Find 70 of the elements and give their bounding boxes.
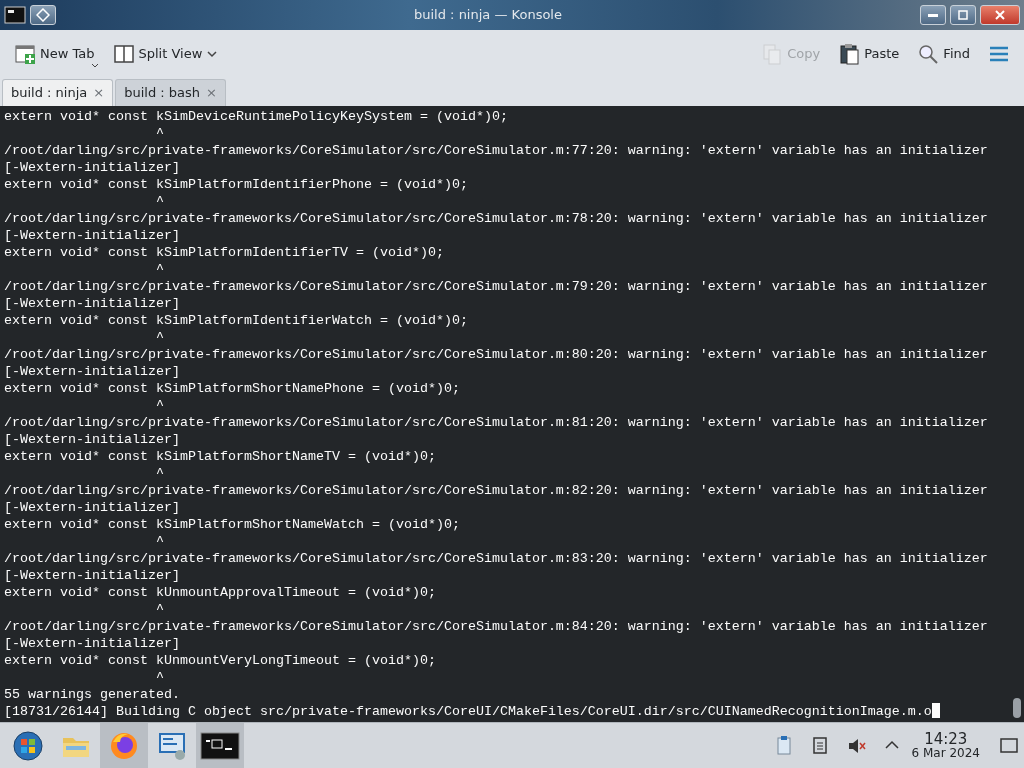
terminal-line: extern void* const kSimPlatformShortNamePhone = (void*)0; — [4, 381, 460, 396]
close-button[interactable] — [980, 5, 1020, 25]
terminal-line: extern void* const kSimDeviceRuntimePolicyKeySystem = (void*)0; — [4, 109, 508, 124]
tab-label: build : bash — [124, 84, 201, 103]
close-icon — [994, 9, 1006, 21]
search-icon — [917, 43, 940, 65]
copy-icon — [761, 43, 784, 65]
terminal-line: /root/darling/src/private-frameworks/CoreSimulator/src/CoreSimulator.m:77:20: warning: 'extern' variable has an initializer — [4, 143, 988, 158]
maximize-icon — [957, 9, 969, 21]
terminal-line: ^ — [154, 466, 164, 481]
window-title: build : ninja — Konsole — [414, 6, 562, 25]
terminal-line: extern void* const kSimPlatformIdentifierWatch = (void*)0; — [4, 313, 468, 328]
clipboard-icon — [838, 43, 861, 65]
caret-icon — [90, 63, 99, 69]
terminal-line: [-Wextern-initializer] — [4, 228, 180, 243]
chevron-down-icon — [206, 48, 219, 60]
terminal-line: extern void* const kSimPlatformShortNameWatch = (void*)0; — [4, 517, 460, 532]
terminal-line: ^ — [154, 602, 164, 617]
terminal-app-icon[interactable] — [4, 5, 26, 25]
terminal-line: extern void* const kSimPlatformIdentifierPhone = (void*)0; — [4, 177, 468, 192]
terminal-line: ^ — [154, 398, 164, 413]
minimize-button[interactable] — [920, 5, 946, 25]
tab[interactable]: build : bash × — [115, 79, 226, 106]
terminal-line: [-Wextern-initializer] — [4, 160, 180, 175]
terminal-line: [-Wextern-initializer] — [4, 364, 180, 379]
terminal-line: [-Wextern-initializer] — [4, 296, 180, 311]
terminal-line: ^ — [154, 262, 164, 277]
diamond-icon — [36, 8, 50, 22]
tab-label: build : ninja — [11, 84, 88, 103]
clock-time: 14:23 — [924, 730, 968, 748]
terminal-line: [-Wextern-initializer] — [4, 500, 180, 515]
terminal-line: /root/darling/src/private-frameworks/CoreSimulator/src/CoreSimulator.m:80:20: warning: 'extern' variable has an initializer — [4, 347, 988, 362]
terminal-line: /root/darling/src/private-frameworks/CoreSimulator/src/CoreSimulator.m:79:20: warning: 'extern' variable has an initializer — [4, 279, 988, 294]
start-orb-icon — [12, 729, 44, 762]
terminal-line: ^ — [154, 194, 164, 209]
text-cursor — [931, 703, 940, 718]
scrollbar-thumb[interactable] — [1013, 698, 1021, 718]
terminal-line: ^ — [154, 126, 164, 141]
terminal-line: extern void* const kSimPlatformIdentifierTV = (void*)0; — [4, 245, 444, 260]
minimize-icon — [928, 13, 938, 17]
toolbar-button[interactable]: Find — [911, 39, 976, 69]
menu-button[interactable] — [30, 5, 56, 25]
terminal-line: extern void* const kUnmountVeryLongTimeout = (void*)0; — [4, 653, 436, 668]
maximize-button[interactable] — [950, 5, 976, 25]
terminal-line: ^ — [154, 670, 164, 685]
close-tab-button[interactable]: × — [206, 83, 217, 103]
clock-date: 6 Mar 2024 — [911, 747, 980, 761]
terminal-line: [-Wextern-initializer] — [4, 636, 180, 651]
close-tab-button[interactable]: × — [93, 83, 105, 103]
terminal-line: /root/darling/src/private-frameworks/CoreSimulator/src/CoreSimulator.m:78:20: warning: 'extern' variable has an initializer — [4, 211, 988, 226]
terminal-line: /root/darling/src/private-frameworks/CoreSimulator/src/CoreSimulator.m:84:20: warning: 'extern' variable has an initializer — [4, 619, 988, 634]
toolbar-button[interactable]: Paste — [832, 39, 906, 69]
taskbar-button[interactable] — [196, 723, 244, 768]
terminal-line: ^ — [154, 330, 164, 345]
terminal-line: extern void* const kSimPlatformShortNameTV = (void*)0; — [4, 449, 436, 464]
terminal-line: [18731/26144] Building C object src/private-frameworks/CoreUI/CMakeFiles/CoreUI.dir/src/CUINamedRecognitionImage.m.o — [4, 704, 932, 719]
terminal-line: 55 warnings generated. — [4, 687, 180, 702]
split-view-icon — [112, 43, 135, 65]
toolbar-button[interactable]: New Tab — [8, 39, 101, 69]
terminal-icon — [200, 729, 240, 762]
plus-window-icon — [14, 43, 36, 65]
terminal-line: /root/darling/src/private-frameworks/CoreSimulator/src/CoreSimulator.m:82:20: warning: 'extern' variable has an initializer — [4, 483, 988, 498]
terminal-line: /root/darling/src/private-frameworks/CoreSimulator/src/CoreSimulator.m:83:20: warning: 'extern' variable has an initializer — [4, 551, 988, 566]
tab[interactable]: build : ninja × — [2, 79, 114, 106]
toolbar-button[interactable]: Split View — [106, 39, 225, 69]
terminal-line: [-Wextern-initializer] — [4, 432, 180, 447]
terminal-line: [-Wextern-initializer] — [4, 568, 180, 583]
terminal-line: /root/darling/src/private-frameworks/CoreSimulator/src/CoreSimulator.m:81:20: warning: 'extern' variable has an initializer — [4, 415, 988, 430]
terminal-line: extern void* const kUnmountApprovalTimeout = (void*)0; — [4, 585, 436, 600]
terminal-line: ^ — [154, 534, 164, 549]
